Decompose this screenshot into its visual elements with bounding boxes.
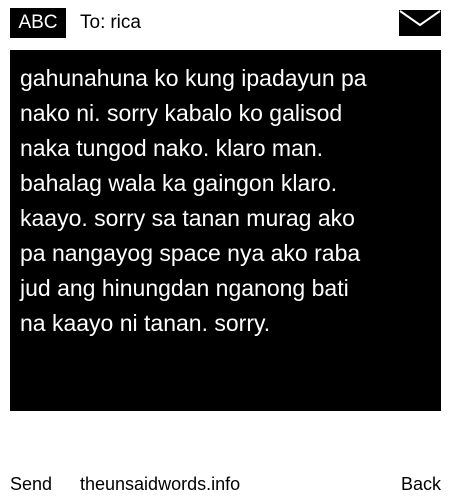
to-label: To: — [80, 12, 106, 33]
softkey-bar: Send theunsaidwords.info Back — [0, 470, 450, 498]
site-link[interactable]: theunsaidwords.info — [80, 470, 240, 498]
input-mode-badge[interactable]: ABC — [10, 8, 66, 38]
back-button[interactable]: Back — [401, 470, 441, 498]
message-header: ABC To: rica — [0, 0, 450, 46]
message-body-panel[interactable]: gahunahuna ko kung ipadayun pa nako ni. … — [10, 50, 441, 411]
recipient-name: rica — [110, 12, 141, 33]
recipient-field: To: rica — [80, 8, 141, 38]
send-button[interactable]: Send — [10, 470, 52, 498]
message-text: gahunahuna ko kung ipadayun pa nako ni. … — [20, 65, 367, 336]
envelope-icon — [399, 10, 441, 36]
